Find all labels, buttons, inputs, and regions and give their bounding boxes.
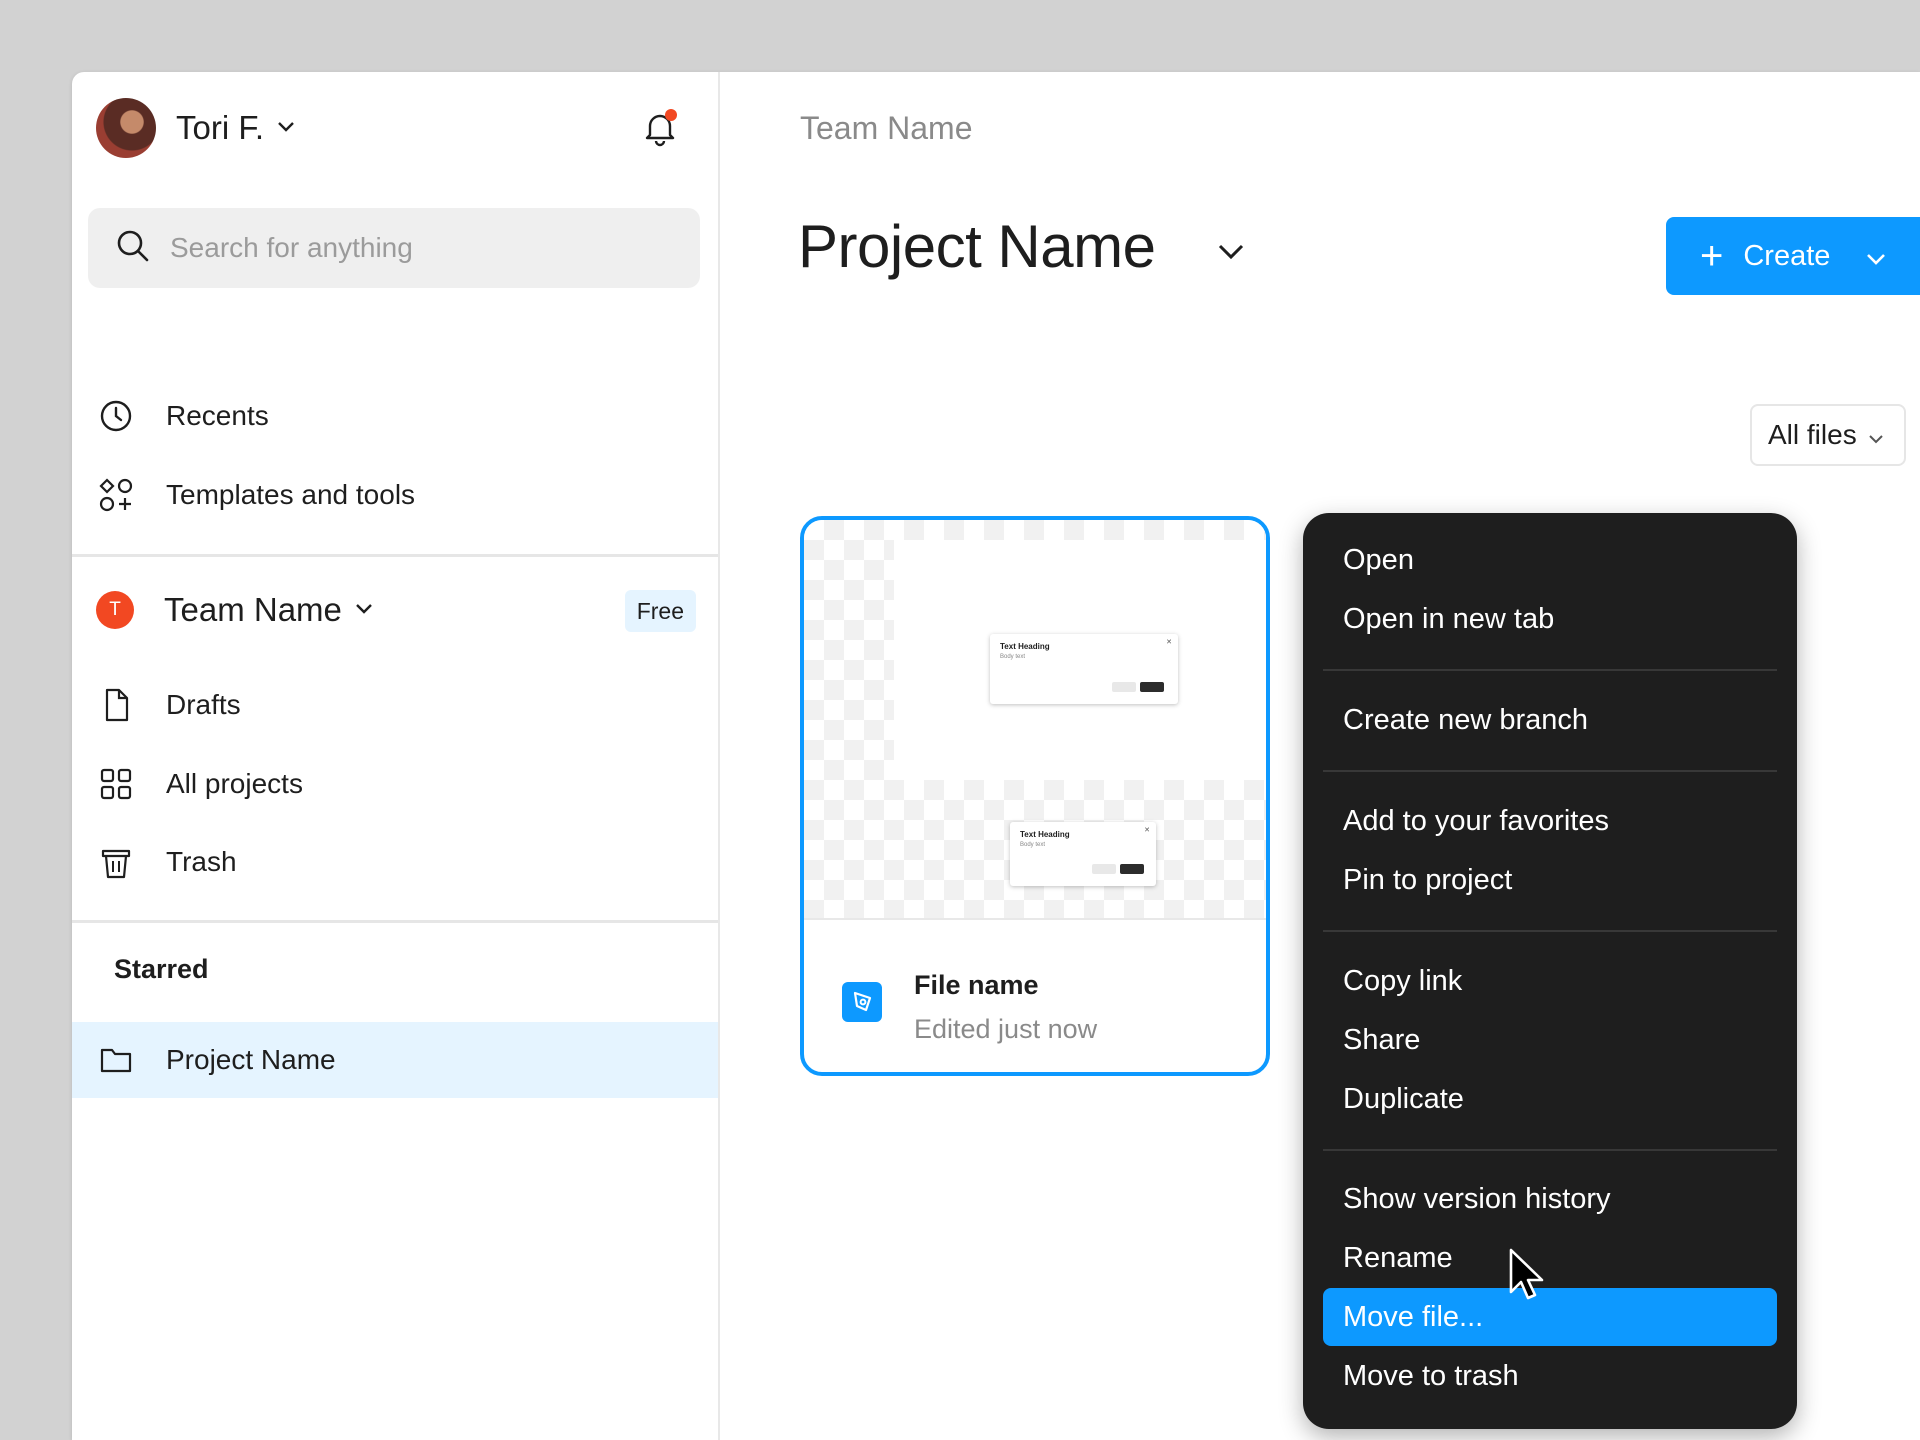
- folder-icon: [98, 1042, 134, 1078]
- menu-separator: [1323, 930, 1777, 932]
- chevron-down-icon[interactable]: [1218, 244, 1244, 265]
- sidebar-item-label: Drafts: [166, 689, 241, 720]
- thumbnail-heading: Text Heading: [1020, 830, 1070, 839]
- menu-item-duplicate[interactable]: Duplicate: [1323, 1070, 1777, 1128]
- menu-item-move-file[interactable]: Move file...: [1323, 1288, 1777, 1346]
- chevron-down-icon: [278, 119, 294, 137]
- menu-item-pin-to-project[interactable]: Pin to project: [1323, 851, 1777, 909]
- file-filter-dropdown[interactable]: All files: [1750, 404, 1906, 466]
- menu-item-copy-link[interactable]: Copy link: [1323, 952, 1777, 1010]
- thumbnail-button: [1120, 864, 1144, 874]
- sidebar: Tori F. Recents: [72, 72, 720, 1440]
- search-icon: [116, 229, 150, 268]
- clock-icon: [98, 398, 134, 434]
- search-input[interactable]: [170, 232, 670, 264]
- sidebar-item-drafts[interactable]: Drafts: [72, 667, 718, 743]
- chevron-down-icon: [1868, 419, 1883, 451]
- file-card[interactable]: Text Heading Body text ✕ Text Heading Bo…: [800, 516, 1270, 1076]
- menu-item-share[interactable]: Share: [1323, 1011, 1777, 1069]
- shapes-plus-icon: [98, 477, 134, 513]
- create-button-label: Create: [1743, 239, 1831, 272]
- sidebar-item-trash[interactable]: Trash: [72, 824, 718, 900]
- thumbnail-dialog: Text Heading Body text ✕: [990, 634, 1178, 704]
- bell-icon[interactable]: [640, 108, 680, 148]
- pen-tool-icon: [842, 982, 882, 1022]
- sidebar-item-label: Recents: [166, 400, 269, 431]
- starred-heading: Starred: [114, 954, 209, 984]
- menu-separator: [1323, 1149, 1777, 1151]
- file-filter-label: All files: [1768, 419, 1857, 450]
- thumbnail-button: [1112, 682, 1136, 692]
- menu-item-open[interactable]: Open: [1323, 531, 1777, 589]
- team-avatar: T: [96, 591, 134, 629]
- search-field[interactable]: [88, 208, 700, 288]
- sidebar-item-recents[interactable]: Recents: [72, 378, 718, 454]
- close-icon: ✕: [1166, 639, 1172, 646]
- divider: [72, 554, 718, 557]
- thumbnail-dialog: Text Heading Body text ✕: [1010, 822, 1156, 886]
- thumbnail-body: Body text: [1020, 842, 1046, 848]
- file-edited-time: Edited just now: [914, 1014, 1098, 1044]
- thumbnail-body: Body text: [1000, 654, 1026, 660]
- avatar: [96, 98, 156, 158]
- menu-item-rename[interactable]: Rename: [1323, 1229, 1777, 1287]
- trash-icon: [98, 844, 134, 880]
- thumbnail-button: [1140, 682, 1164, 692]
- menu-separator: [1323, 770, 1777, 772]
- app-window: Tori F. Recents: [72, 72, 1920, 1440]
- sidebar-item-starred-project[interactable]: Project Name: [72, 1022, 718, 1098]
- menu-item-open-new-tab[interactable]: Open in new tab: [1323, 590, 1777, 648]
- file-icon: [98, 687, 134, 723]
- sidebar-item-templates[interactable]: Templates and tools: [72, 457, 718, 533]
- breadcrumb[interactable]: Team Name: [800, 110, 973, 147]
- sidebar-item-label: All projects: [166, 768, 303, 799]
- close-icon: ✕: [1144, 827, 1150, 834]
- context-menu: Open Open in new tab Create new branch A…: [1303, 513, 1797, 1429]
- menu-item-create-branch[interactable]: Create new branch: [1323, 691, 1777, 749]
- user-menu[interactable]: Tori F.: [96, 98, 294, 158]
- menu-item-move-to-trash[interactable]: Move to trash: [1323, 1347, 1777, 1405]
- menu-item-version-history[interactable]: Show version history: [1323, 1170, 1777, 1228]
- grid-icon: [98, 766, 134, 802]
- sidebar-item-label: Project Name: [166, 1044, 336, 1075]
- thumbnail-button: [1092, 864, 1116, 874]
- sidebar-item-label: Trash: [166, 846, 237, 877]
- thumbnail-heading: Text Heading: [1000, 642, 1050, 651]
- page-title: Project Name: [798, 213, 1156, 280]
- team-name: Team Name: [164, 591, 342, 628]
- team-switcher[interactable]: T Team Name Free: [96, 582, 696, 638]
- user-name: Tori F.: [176, 109, 265, 146]
- file-thumbnail: Text Heading Body text ✕ Text Heading Bo…: [804, 520, 1266, 920]
- file-name: File name: [914, 970, 1039, 1000]
- chevron-down-icon: [356, 601, 372, 619]
- divider: [72, 920, 718, 923]
- plan-badge: Free: [624, 590, 696, 632]
- sidebar-item-label: Templates and tools: [166, 479, 416, 510]
- sidebar-item-all-projects[interactable]: All projects: [72, 746, 718, 822]
- plus-icon: +: [1700, 234, 1724, 278]
- create-button[interactable]: + Create: [1666, 217, 1920, 295]
- chevron-down-icon[interactable]: [1866, 240, 1886, 273]
- mouse-cursor-icon: [1508, 1248, 1548, 1308]
- menu-item-add-favorites[interactable]: Add to your favorites: [1323, 792, 1777, 850]
- menu-separator: [1323, 669, 1777, 671]
